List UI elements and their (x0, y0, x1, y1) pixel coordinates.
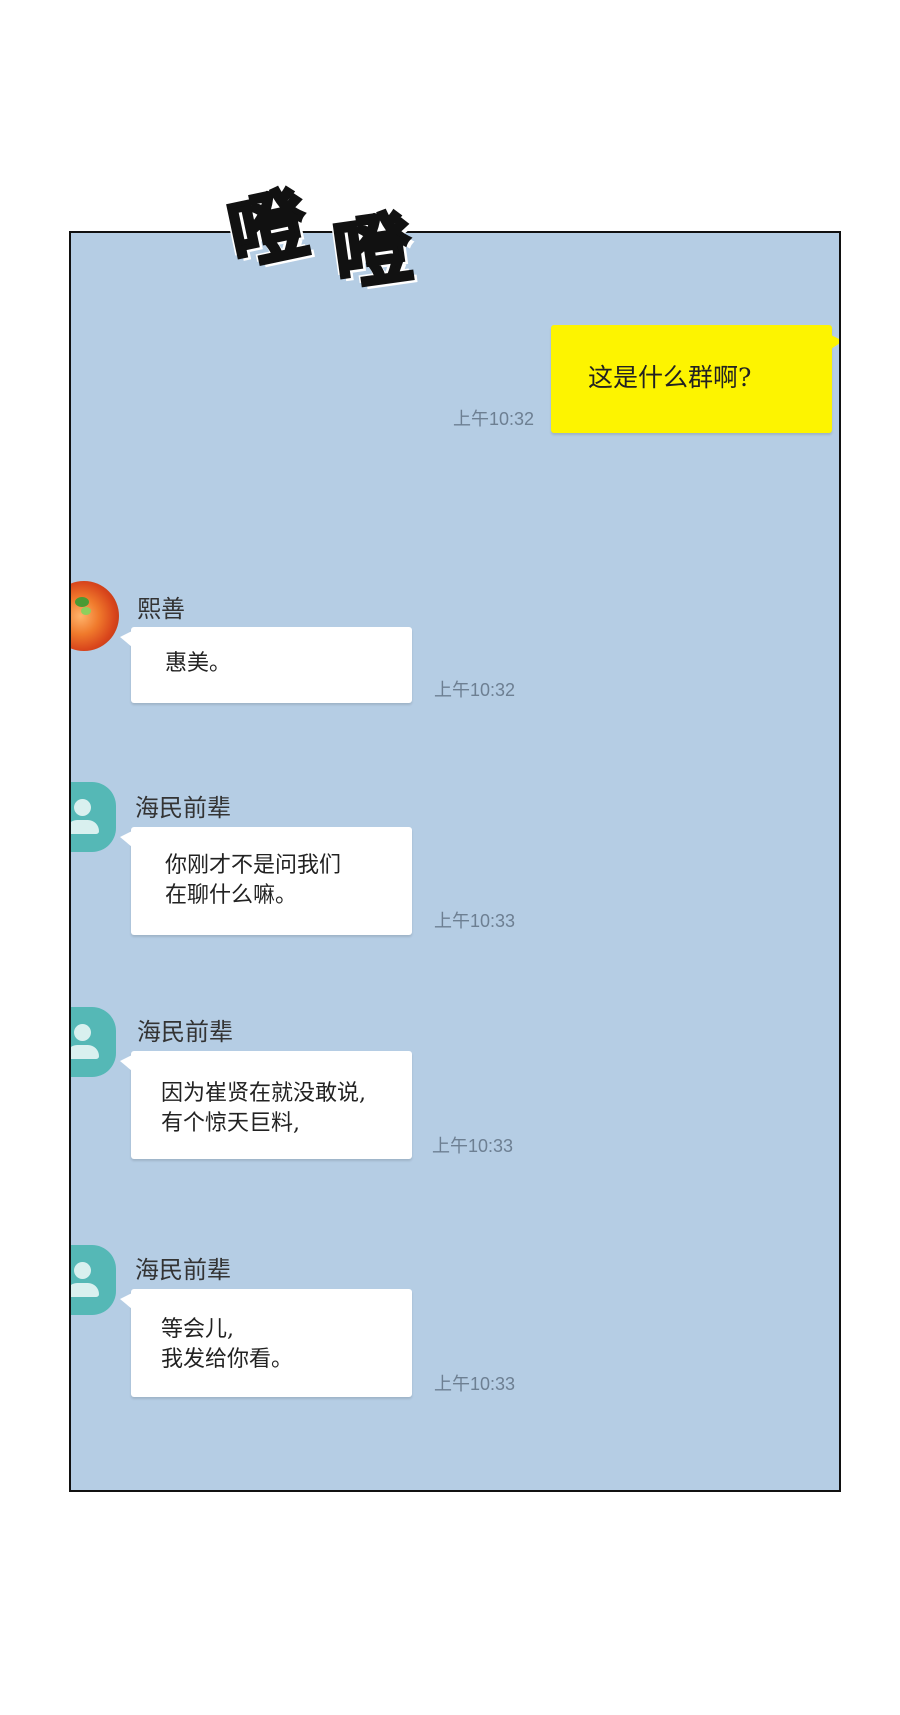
message-time: 上午10:33 (432, 1136, 514, 1156)
bubble-tail (831, 335, 839, 349)
message-time: 上午10:33 (434, 1374, 516, 1394)
incoming-message-bubble[interactable]: 惠美。 (120, 627, 412, 703)
avatar-haimin[interactable] (71, 1245, 116, 1315)
message-text: 等会儿, 我发给你看。 (161, 1317, 294, 1372)
sender-name: 熙善 (137, 595, 185, 623)
avatar-haimin[interactable] (71, 782, 116, 852)
sfx-glyph: 噔 (326, 200, 419, 304)
person-icon (74, 799, 91, 816)
avatar-xishan[interactable] (71, 581, 119, 651)
message-time: 上午10:33 (434, 911, 516, 931)
person-icon (74, 1262, 91, 1279)
message-text: 你刚才不是问我们 在聊什么嘛。 (165, 853, 342, 908)
incoming-message-bubble[interactable]: 因为崔贤在就没敢说, 有个惊天巨料, (120, 1051, 412, 1159)
message-time: 上午10:32 (434, 680, 516, 700)
sound-effect-dengdeng: 噔 噔 (219, 168, 428, 313)
sender-name: 海民前辈 (137, 1018, 233, 1046)
bubble-tail (120, 1293, 132, 1309)
sfx-glyph: 噔 (219, 176, 317, 284)
message-text: 惠美。 (165, 651, 232, 676)
sender-name: 海民前辈 (135, 794, 231, 822)
avatar-haimin[interactable] (71, 1007, 116, 1077)
message-time: 上午10:32 (453, 409, 535, 429)
message-text: 这是什么群啊? (588, 363, 752, 392)
my-message-bubble[interactable]: 这是什么群啊? (551, 325, 839, 433)
incoming-message-bubble[interactable]: 你刚才不是问我们 在聊什么嘛。 (120, 827, 412, 935)
bubble-tail (120, 1055, 132, 1071)
sender-name: 海民前辈 (135, 1256, 231, 1284)
incoming-message-bubble[interactable]: 等会儿, 我发给你看。 (120, 1289, 412, 1397)
message-text: 因为崔贤在就没敢说, 有个惊天巨料, (161, 1081, 366, 1136)
chat-panel: 这是什么群啊? 上午10:32 熙善 惠美。 上午10:32 海民前辈 你刚才不… (69, 231, 841, 1492)
bubble-tail (120, 831, 132, 847)
food-photo (75, 597, 89, 607)
person-icon (74, 1024, 91, 1041)
bubble-tail (120, 631, 132, 647)
